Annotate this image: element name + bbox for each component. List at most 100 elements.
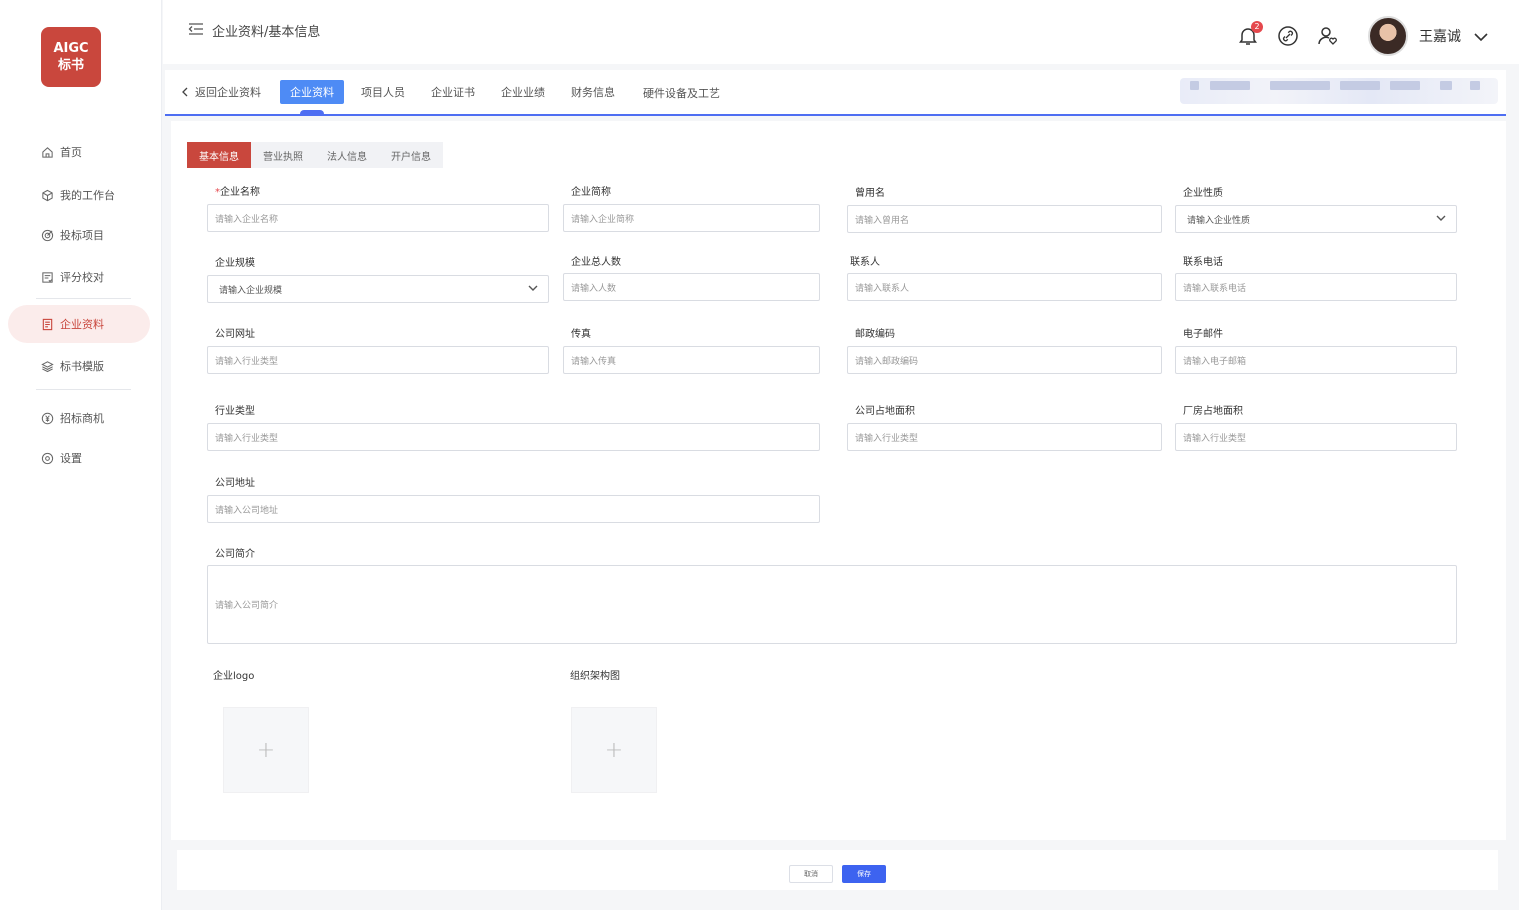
sidebar: AIGC 标书 首页 我的工作台 投标项目 评分校对 企业资料 标书模版 招标商… [0, 0, 162, 910]
phone-input[interactable]: 请输入联系电话 [1175, 273, 1457, 301]
sidebar-item-workbench[interactable]: 我的工作台 [8, 176, 150, 214]
logo-line1: AIGC [53, 41, 89, 56]
save-button[interactable]: 保存 [842, 865, 886, 883]
home-icon [40, 145, 54, 159]
sidebar-item-settings[interactable]: 设置 [8, 439, 150, 477]
sidebar-item-label: 企业资料 [60, 318, 104, 331]
sidebar-item-templates[interactable]: 标书模版 [8, 347, 150, 385]
form-footer: 取消 保存 [177, 850, 1498, 890]
document-icon [40, 317, 54, 331]
fax-label: 传真 [571, 329, 591, 340]
tab-certificates[interactable]: 企业证书 [421, 80, 485, 104]
address-input[interactable]: 请输入公司地址 [207, 495, 820, 523]
avatar[interactable] [1368, 16, 1408, 56]
subtab-business-license[interactable]: 营业执照 [251, 142, 315, 168]
sidebar-item-label: 招标商机 [60, 412, 104, 425]
industry-input[interactable]: 请输入行业类型 [207, 423, 820, 451]
company-nature-value: 请输入企业性质 [1187, 215, 1251, 226]
tab-performance[interactable]: 企业业绩 [491, 80, 555, 104]
sidebar-item-label: 投标项目 [60, 229, 104, 242]
factory-area-input[interactable]: 请输入行业类型 [1175, 423, 1457, 451]
target-icon [40, 228, 54, 242]
logo-upload[interactable]: + [223, 707, 309, 793]
notification-badge: 2 [1251, 21, 1263, 33]
sidebar-item-label: 首页 [60, 146, 82, 159]
breadcrumb-text: 企业资料/基本信息 [212, 25, 321, 40]
fax-input[interactable]: 请输入传真 [563, 346, 820, 374]
nav-divider [36, 298, 131, 299]
tab-finance[interactable]: 财务信息 [561, 80, 625, 104]
user-heart-icon [1318, 27, 1337, 45]
postcode-input[interactable]: 请输入邮政编码 [847, 346, 1162, 374]
topbar-actions: 2 王嘉诚 [1220, 16, 1489, 56]
subtab-bank-account[interactable]: 开户信息 [379, 142, 443, 168]
menu-fold-icon[interactable] [188, 22, 204, 40]
contact-label: 联系人 [850, 257, 880, 268]
sidebar-item-label: 标书模版 [60, 360, 104, 373]
company-name-input[interactable]: 请输入企业名称 [207, 204, 549, 232]
contact-input[interactable]: 请输入联系人 [847, 273, 1162, 301]
org-chart-upload[interactable]: + [571, 707, 657, 793]
subtab-legal-person[interactable]: 法人信息 [315, 142, 379, 168]
tab-hardware[interactable]: 硬件设备及工艺 [633, 81, 730, 105]
sidebar-item-opportunities[interactable]: 招标商机 [8, 399, 150, 437]
chevron-down-icon [528, 284, 538, 295]
user-name[interactable]: 王嘉诚 [1419, 26, 1461, 46]
chevron-left-icon [182, 87, 188, 97]
org-chart-label: 组织架构图 [570, 671, 620, 682]
sidebar-item-label: 设置 [60, 452, 82, 465]
tab-company-info[interactable]: 企业资料 [280, 80, 344, 114]
company-area-input[interactable]: 请输入行业类型 [847, 423, 1162, 451]
sidebar-item-score-check[interactable]: 评分校对 [8, 258, 150, 296]
chevron-down-icon [1436, 214, 1446, 225]
short-name-label: 企业简称 [571, 187, 611, 198]
blurred-info-strip [1180, 78, 1498, 104]
company-scale-value: 请输入企业规模 [219, 285, 283, 296]
user-favorite-button[interactable] [1316, 24, 1340, 48]
postcode-label: 邮政编码 [855, 329, 895, 340]
cancel-button[interactable]: 取消 [789, 865, 833, 883]
former-name-label: 曾用名 [855, 188, 885, 199]
cube-icon [40, 188, 54, 202]
website-label: 公司网址 [215, 329, 255, 340]
short-name-input[interactable]: 请输入企业简称 [563, 204, 820, 232]
address-label: 公司地址 [215, 478, 255, 489]
checklist-icon [40, 270, 54, 284]
gear-icon [40, 451, 54, 465]
yuan-coin-icon [40, 411, 54, 425]
plus-icon: + [256, 737, 276, 763]
headcount-label: 企业总人数 [571, 257, 621, 268]
intro-textarea[interactable]: 请输入公司简介 [207, 565, 1457, 644]
link-icon [1278, 26, 1298, 46]
back-link-label: 返回企业资料 [195, 86, 261, 99]
sidebar-item-label: 评分校对 [60, 271, 104, 284]
logo-line2: 标书 [57, 58, 84, 73]
company-scale-select[interactable]: 请输入企业规模 [207, 275, 549, 303]
company-nature-select[interactable]: 请输入企业性质 [1175, 205, 1457, 233]
form-card: 基本信息 营业执照 法人信息 开户信息 *企业名称 请输入企业名称 企业简称 请… [171, 121, 1506, 840]
section-tabs: 返回企业资料 企业资料 项目人员 企业证书 企业业绩 财务信息 硬件设备及工艺 [165, 70, 1506, 116]
app-logo[interactable]: AIGC 标书 [41, 27, 101, 87]
sidebar-item-bid-projects[interactable]: 投标项目 [8, 216, 150, 254]
back-link[interactable]: 返回企业资料 [171, 80, 271, 104]
sub-tabs: 基本信息 营业执照 法人信息 开户信息 [187, 142, 443, 168]
chevron-down-icon[interactable] [1473, 27, 1489, 46]
company-area-label: 公司占地面积 [855, 406, 915, 417]
former-name-input[interactable]: 请输入曾用名 [847, 205, 1162, 233]
nav-divider [36, 389, 131, 390]
tab-project-staff[interactable]: 项目人员 [351, 80, 415, 104]
sidebar-item-company-info[interactable]: 企业资料 [8, 305, 150, 343]
topbar: 企业资料/基本信息 2 王嘉诚 [163, 0, 1519, 64]
link-button[interactable] [1276, 24, 1300, 48]
intro-label: 公司简介 [215, 549, 255, 560]
headcount-input[interactable]: 请输入人数 [563, 273, 820, 301]
sidebar-item-home[interactable]: 首页 [8, 133, 150, 171]
sidebar-item-label: 我的工作台 [60, 189, 115, 202]
plus-icon: + [604, 737, 624, 763]
notification-bell[interactable]: 2 [1236, 21, 1263, 48]
subtab-basic-info[interactable]: 基本信息 [187, 142, 251, 168]
breadcrumb: 企业资料/基本信息 [188, 21, 320, 40]
email-input[interactable]: 请输入电子邮箱 [1175, 346, 1457, 374]
website-input[interactable]: 请输入行业类型 [207, 346, 549, 374]
email-label: 电子邮件 [1183, 329, 1223, 340]
